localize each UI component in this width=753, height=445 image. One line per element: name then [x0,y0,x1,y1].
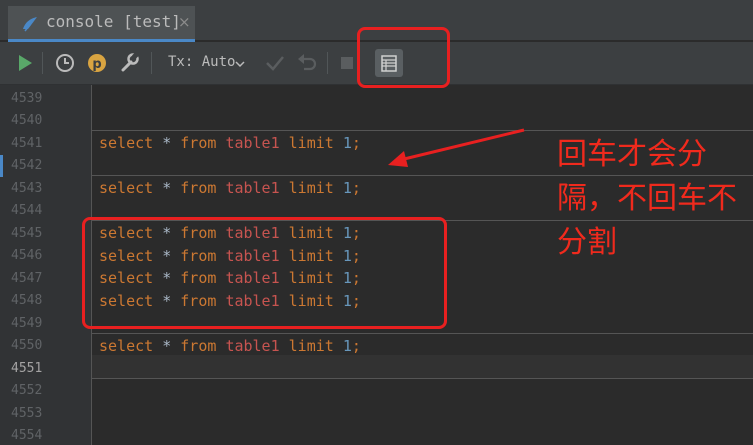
line-number: 4541 [11,136,43,151]
code-line[interactable]: select * from table1 limit 1; [99,179,361,197]
rollback-icon[interactable] [294,50,320,76]
tab-console[interactable]: console [test] × [8,6,195,42]
line-number: 4540 [11,113,43,128]
line-number: 4548 [11,293,43,308]
current-line-highlight [92,355,753,378]
toolbar-separator [42,52,43,74]
line-number: 4550 [11,338,43,353]
line-number: 4545 [11,226,43,241]
line-number-active: 4551 [11,361,43,376]
history-icon[interactable] [52,50,78,76]
line-number: 4549 [11,316,43,331]
commit-check-icon[interactable] [262,50,288,76]
toolbar-separator [151,52,152,74]
p-badge-icon[interactable]: p [84,50,110,76]
annotation-text: 回车才会分隔，不回车不分割 [557,137,737,260]
statement-separator [92,378,753,379]
line-number: 4539 [11,91,43,106]
annotation-arrow-icon [388,128,525,167]
settings-wrench-icon[interactable] [116,50,142,76]
transaction-mode-dropdown[interactable]: Tx: Auto [168,54,235,70]
close-icon[interactable]: × [178,13,191,31]
gutter-marker [0,155,3,177]
code-line[interactable]: select * from table1 limit 1; [99,337,361,355]
line-number: 4543 [11,181,43,196]
line-number: 4547 [11,271,43,286]
line-number: 4553 [11,406,43,421]
annotation-highlight-box [82,217,447,329]
line-number: 4544 [11,203,43,218]
code-line[interactable]: select * from table1 limit 1; [99,134,361,152]
statement-separator [92,333,753,334]
chevron-down-icon[interactable] [234,55,246,74]
line-number-gutter: 4539 4540 4541 4542 4543 4544 4545 4546 … [0,85,92,445]
line-number: 4552 [11,383,43,398]
database-console-icon [20,14,40,38]
svg-text:p: p [92,57,101,72]
toolbar-separator [327,52,328,74]
line-number: 4546 [11,248,43,263]
annotation-highlight-box [357,27,450,88]
run-icon[interactable] [11,50,37,76]
line-number: 4542 [11,158,43,173]
tab-title: console [test] [46,12,181,31]
line-number: 4554 [11,428,43,443]
